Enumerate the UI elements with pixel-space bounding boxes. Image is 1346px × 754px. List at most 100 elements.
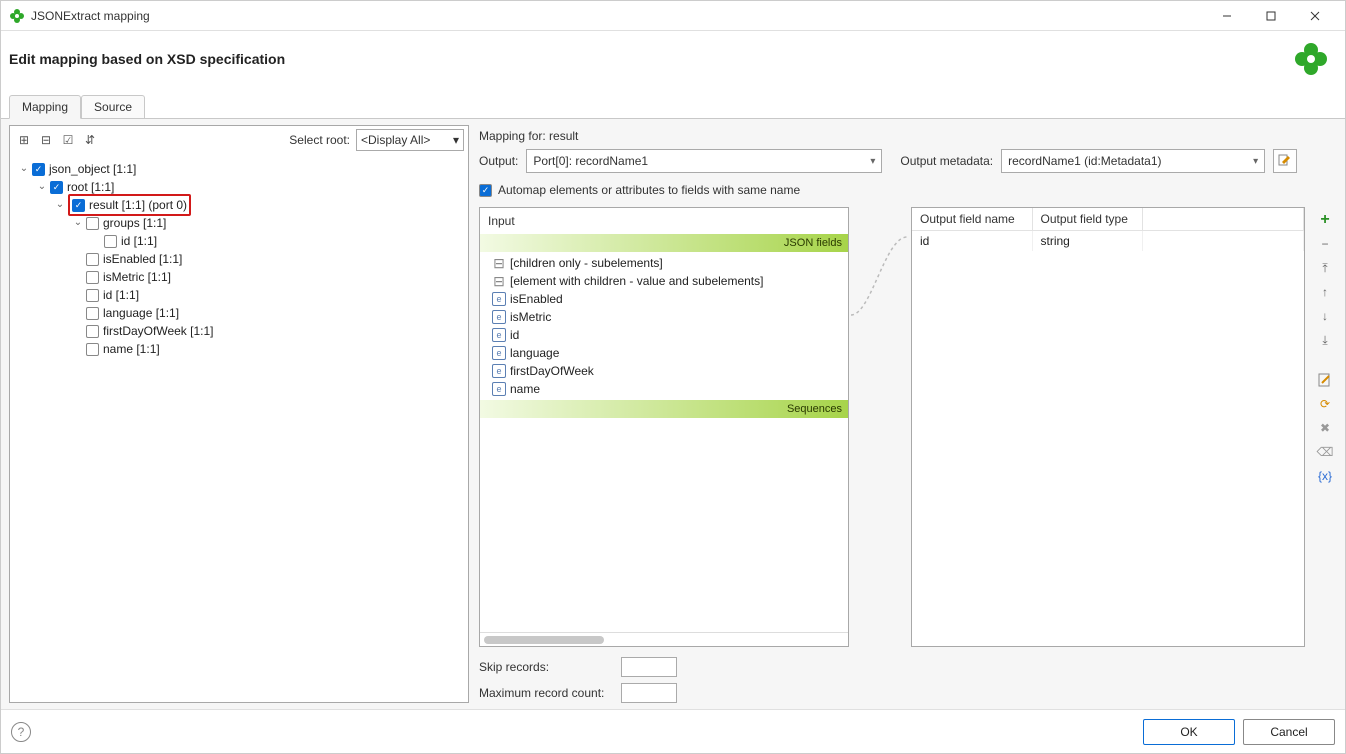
clear-icon[interactable]: ⌫ <box>1316 443 1334 461</box>
titlebar: JSONExtract mapping <box>1 1 1345 31</box>
edit-icon[interactable] <box>1316 371 1334 389</box>
output-dropdown[interactable]: Port[0]: recordName1 ▾ <box>526 149 882 173</box>
tab-source[interactable]: Source <box>81 95 145 118</box>
minimize-button[interactable] <box>1205 2 1249 30</box>
chevron-down-icon[interactable]: ⌄ <box>54 196 66 214</box>
collapse-all-icon[interactable]: ⊟ <box>36 130 56 150</box>
check-all-icon[interactable]: ☑ <box>58 130 78 150</box>
tree-node-isenabled[interactable]: isEnabled [1:1] <box>72 250 464 268</box>
input-label: isMetric <box>510 310 551 324</box>
tree-node-groups[interactable]: ⌄ groups [1:1] <box>72 214 464 232</box>
tree-node-name[interactable]: name [1:1] <box>72 340 464 358</box>
mapping-for-label: Mapping for: result <box>479 125 1337 149</box>
input-item-firstdayofweek[interactable]: e firstDayOfWeek <box>484 362 844 380</box>
checkbox[interactable] <box>86 343 99 356</box>
tree-label: firstDayOfWeek [1:1] <box>103 322 213 340</box>
schema-tree[interactable]: ⌄ json_object [1:1] ⌄ root [1:1] <box>10 154 468 702</box>
body: ⊞ ⊟ ☑ ⇵ Select root: <Display All> ▾ ⌄ j… <box>1 119 1345 709</box>
chevron-down-icon[interactable]: ⌄ <box>36 178 48 196</box>
edit-icon <box>1278 154 1292 168</box>
automap-checkbox[interactable] <box>479 184 492 197</box>
edit-metadata-button[interactable] <box>1273 149 1297 173</box>
chevron-down-icon[interactable]: ⌄ <box>18 160 30 178</box>
add-button[interactable]: + <box>1316 211 1334 229</box>
delete-icon[interactable]: ✖ <box>1316 419 1334 437</box>
checkbox[interactable] <box>86 325 99 338</box>
skip-records-input[interactable] <box>621 657 677 677</box>
element-icon: e <box>492 364 506 378</box>
footer: ? OK Cancel <box>1 709 1345 753</box>
automap-icon[interactable]: ⟳ <box>1316 395 1334 413</box>
move-bottom-icon[interactable]: ⤓ <box>1316 331 1334 349</box>
tree-node-id[interactable]: id [1:1] <box>72 286 464 304</box>
tree-label: isMetric [1:1] <box>103 268 171 286</box>
hierarchy-icon[interactable]: ⇵ <box>80 130 100 150</box>
output-col-type[interactable]: Output field type <box>1032 208 1142 231</box>
tree-node-language[interactable]: language [1:1] <box>72 304 464 322</box>
output-col-name[interactable]: Output field name <box>912 208 1032 231</box>
tree-label: result [1:1] (port 0) <box>89 196 187 214</box>
move-down-icon[interactable]: ↓ <box>1316 307 1334 325</box>
app-icon <box>9 8 25 24</box>
input-item-id[interactable]: eid <box>484 326 844 344</box>
checkbox[interactable] <box>50 181 63 194</box>
skip-records-label: Skip records: <box>479 660 613 674</box>
metadata-value: recordName1 (id:Metadata1) <box>1008 154 1247 168</box>
tab-mapping[interactable]: Mapping <box>9 95 81 119</box>
output-cell-type: string <box>1032 231 1142 252</box>
tree-node-firstdayofweek[interactable]: firstDayOfWeek [1:1] <box>72 322 464 340</box>
cancel-button[interactable]: Cancel <box>1243 719 1335 745</box>
input-fields-panel: Input JSON fields ⊟[children only - sube… <box>479 207 849 647</box>
input-item-name[interactable]: ename <box>484 380 844 398</box>
help-icon[interactable]: ? <box>11 722 31 742</box>
remove-button[interactable]: − <box>1316 235 1334 253</box>
tree-node-result[interactable]: ⌄ result [1:1] (port 0) <box>54 196 464 214</box>
input-item-language[interactable]: elanguage <box>484 344 844 362</box>
input-item-element-with-children[interactable]: ⊟[element with children - value and sube… <box>484 272 844 290</box>
checkbox[interactable] <box>86 271 99 284</box>
scrollbar-thumb[interactable] <box>484 636 604 644</box>
element-icon: e <box>492 328 506 342</box>
tree-node-ismetric[interactable]: isMetric [1:1] <box>72 268 464 286</box>
checkbox[interactable] <box>86 253 99 266</box>
max-record-input[interactable] <box>621 683 677 703</box>
close-button[interactable] <box>1293 2 1337 30</box>
tree-node-groups-id[interactable]: id [1:1] <box>90 232 464 250</box>
clover-logo <box>1293 41 1329 77</box>
checkbox[interactable] <box>86 217 99 230</box>
input-label: language <box>510 346 559 360</box>
horizontal-scrollbar[interactable] <box>480 632 848 646</box>
tree-label: name [1:1] <box>103 340 160 358</box>
input-item-children-only[interactable]: ⊟[children only - subelements] <box>484 254 844 272</box>
tree-node-json-object[interactable]: ⌄ json_object [1:1] <box>18 160 464 178</box>
tree-label: isEnabled [1:1] <box>103 250 182 268</box>
element-icon: e <box>492 292 506 306</box>
chevron-down-icon: ▾ <box>870 156 875 167</box>
automap-label: Automap elements or attributes to fields… <box>498 183 800 197</box>
header: Edit mapping based on XSD specification <box>1 31 1345 95</box>
checkbox[interactable] <box>32 163 45 176</box>
input-label: firstDayOfWeek <box>510 364 594 378</box>
checkbox[interactable] <box>72 199 85 212</box>
metadata-dropdown[interactable]: recordName1 (id:Metadata1) ▾ <box>1001 149 1265 173</box>
checkbox[interactable] <box>104 235 117 248</box>
chevron-down-icon: ▾ <box>1253 156 1258 167</box>
input-item-ismetric[interactable]: e isMetric <box>484 308 844 326</box>
checkbox[interactable] <box>86 307 99 320</box>
move-up-icon[interactable]: ↑ <box>1316 283 1334 301</box>
ok-button[interactable]: OK <box>1143 719 1235 745</box>
mapping-panel: Mapping for: result Output: Port[0]: rec… <box>479 125 1337 703</box>
element-icon: e <box>492 310 506 324</box>
select-root-dropdown[interactable]: <Display All> ▾ <box>356 129 464 151</box>
expand-all-icon[interactable]: ⊞ <box>14 130 34 150</box>
automap-checkbox-row[interactable]: Automap elements or attributes to fields… <box>479 183 1337 197</box>
input-item-isenabled[interactable]: eisEnabled <box>484 290 844 308</box>
code-icon[interactable]: {x} <box>1316 467 1334 485</box>
checkbox[interactable] <box>86 289 99 302</box>
move-top-icon[interactable]: ⤒ <box>1316 259 1334 277</box>
output-row[interactable]: id string <box>912 231 1304 252</box>
chevron-down-icon[interactable]: ⌄ <box>72 214 84 232</box>
tree-label: json_object [1:1] <box>49 160 136 178</box>
record-controls: Skip records: Maximum record count: <box>479 657 1337 703</box>
maximize-button[interactable] <box>1249 2 1293 30</box>
